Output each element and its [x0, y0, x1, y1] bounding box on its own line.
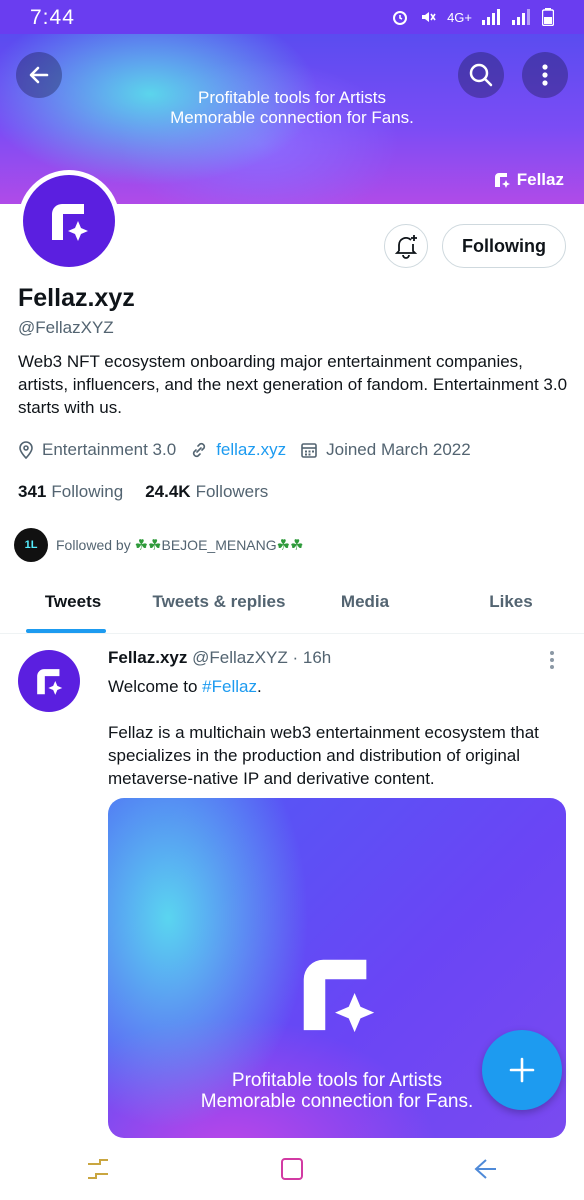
clover-icon: ☘☘: [276, 537, 304, 554]
tab-label: Likes: [489, 592, 533, 611]
link-icon: [193, 442, 206, 458]
recent-apps-icon[interactable]: [84, 1156, 112, 1182]
tweet-text-pre: Welcome to: [108, 677, 203, 696]
tab-label: Tweets & replies: [152, 592, 286, 611]
fellaz-logo-icon: [303, 959, 375, 1033]
back-nav-icon[interactable]: [472, 1156, 500, 1182]
fellaz-logo-icon: [37, 669, 63, 695]
notifications-button[interactable]: [384, 224, 428, 268]
following-stat[interactable]: 341 Following: [18, 482, 123, 502]
tweet-time: · 16h: [292, 648, 332, 667]
tab-likes[interactable]: Likes: [438, 578, 584, 633]
arrow-left-icon: [29, 66, 49, 84]
more-vertical-icon: [550, 651, 554, 669]
tweet-text: Welcome to #Fellaz. Fellaz is a multicha…: [108, 675, 548, 790]
tweet-text-post: .: [256, 677, 262, 696]
profile-tabs: Tweets Tweets & replies Media Likes: [0, 578, 584, 634]
tweet-menu-button[interactable]: [548, 650, 556, 675]
profile-location: Entertainment 3.0: [18, 440, 176, 460]
location-pin-icon: [19, 441, 33, 459]
signal-icon: [482, 9, 500, 25]
profile-meta: Entertainment 3.0 fellaz.xyz Joined Marc…: [18, 440, 485, 460]
status-bar: 7:44 4G+: [0, 0, 584, 34]
following-button[interactable]: Following: [442, 224, 566, 268]
profile-bio: Web3 NFT ecosystem onboarding major ente…: [18, 352, 568, 417]
profile-stats: 341 Following 24.4K Followers: [18, 482, 268, 502]
followed-by[interactable]: 1L Followed by ☘☘ BEJOE_MENANG ☘☘: [14, 528, 304, 562]
banner-brand: Fellaz: [493, 170, 564, 190]
system-nav-bar: [0, 1138, 584, 1200]
search-icon: [469, 63, 493, 87]
profile-avatar[interactable]: [18, 170, 120, 272]
tab-tweets-replies[interactable]: Tweets & replies: [146, 578, 292, 633]
tab-tweets[interactable]: Tweets: [0, 578, 146, 633]
tweet-header: Fellaz.xyz @FellazXYZ · 16h: [108, 648, 331, 668]
tab-media[interactable]: Media: [292, 578, 438, 633]
following-count: 341: [18, 482, 47, 501]
tweet-line-1: Welcome to #Fellaz.: [108, 675, 548, 698]
banner-tagline: Profitable tools for Artists Memorable c…: [0, 88, 584, 128]
active-tab-indicator: [26, 629, 106, 633]
location-label: Entertainment 3.0: [42, 440, 177, 459]
battery-icon: [542, 8, 554, 26]
website-link[interactable]: fellaz.xyz: [216, 440, 286, 460]
clover-icon: ☘☘: [134, 537, 162, 554]
followed-by-name: BEJOE_MENANG: [161, 537, 277, 553]
joined-label: Joined March 2022: [326, 440, 471, 459]
fellaz-logo-icon: [494, 173, 510, 188]
mute-icon: [422, 12, 436, 22]
follower-avatar: 1L: [14, 528, 48, 562]
calendar-icon: [301, 443, 317, 458]
tweet-hashtag[interactable]: #Fellaz: [202, 677, 257, 696]
compose-tweet-button[interactable]: [482, 1030, 562, 1110]
banner-line-2: Memorable connection for Fans.: [170, 108, 414, 127]
followers-count: 24.4K: [145, 482, 191, 501]
tab-label: Media: [340, 592, 390, 611]
following-label: Following: [51, 482, 124, 501]
followers-stat[interactable]: 24.4K Followers: [145, 482, 268, 502]
status-time: 7:44: [30, 6, 75, 29]
profile-name: Fellaz.xyz: [18, 284, 135, 312]
avatar-logo: [23, 175, 115, 267]
home-icon[interactable]: [279, 1156, 305, 1182]
tab-label: Tweets: [44, 592, 102, 611]
tweet-body: Fellaz is a multichain web3 entertainmen…: [108, 723, 539, 788]
alarm-icon: [393, 11, 408, 25]
tweet-author-name[interactable]: Fellaz.xyz: [108, 648, 187, 667]
followed-by-prefix: Followed by: [56, 537, 131, 553]
bell-plus-icon: [394, 235, 418, 259]
followers-label: Followers: [195, 482, 269, 501]
more-vertical-icon: [542, 64, 548, 86]
profile-handle: @FellazXYZ: [18, 318, 114, 337]
tweet-avatar[interactable]: [18, 650, 80, 712]
plus-icon: [509, 1057, 535, 1083]
profile-website[interactable]: fellaz.xyz: [190, 440, 286, 460]
signal-icon-2: [512, 9, 530, 25]
more-options-button[interactable]: [522, 52, 568, 98]
network-type: 4G+: [447, 9, 472, 25]
status-icons: 4G+: [391, 8, 554, 26]
search-button[interactable]: [458, 52, 504, 98]
profile-joined: Joined March 2022: [300, 440, 471, 460]
tweet-author-handle: @FellazXYZ: [192, 648, 288, 667]
banner-brand-label: Fellaz: [516, 170, 564, 189]
fellaz-logo-icon: [52, 204, 88, 241]
back-button[interactable]: [16, 52, 62, 98]
